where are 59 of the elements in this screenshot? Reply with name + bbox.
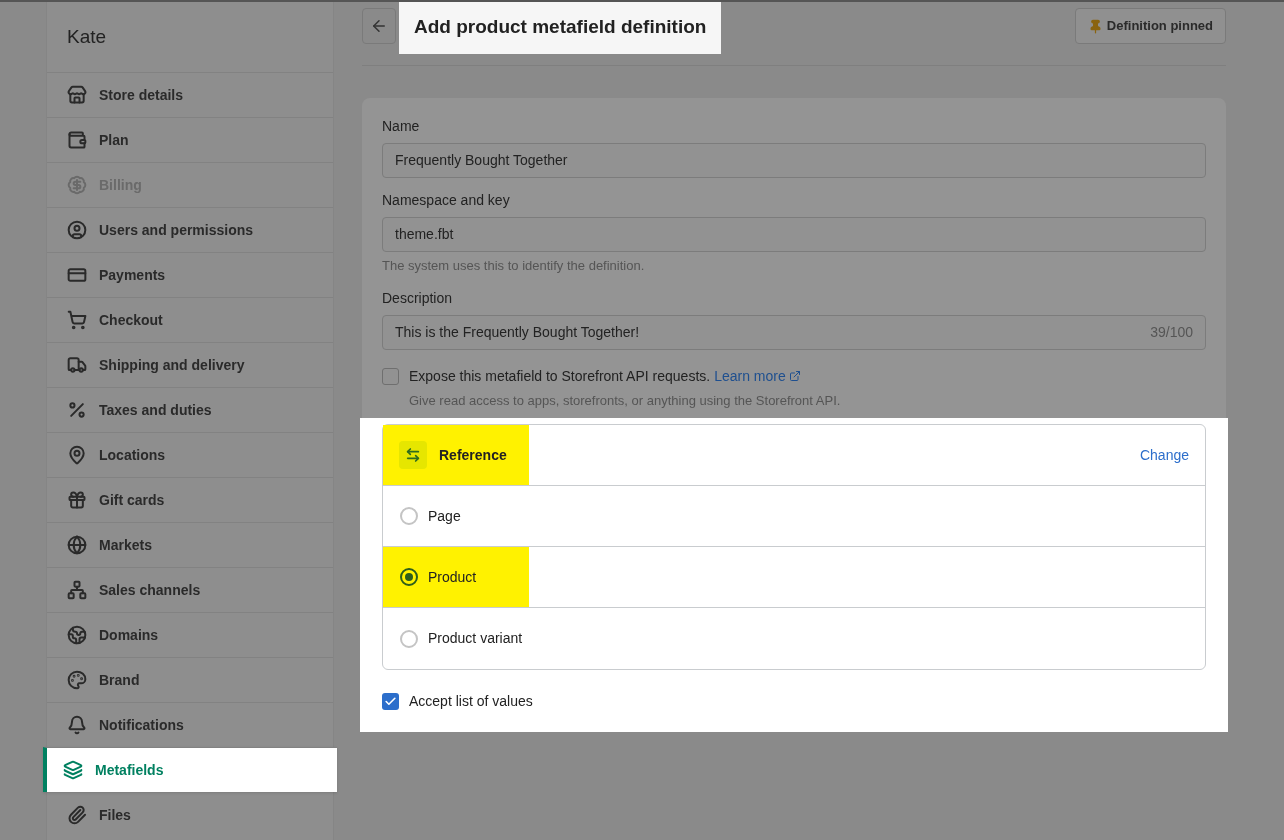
- field-label: Name: [382, 117, 421, 136]
- definition-pinned-button[interactable]: Definition pinned: [1074, 8, 1226, 44]
- globe-icon: [67, 625, 87, 645]
- help-text: The system uses this to identify the definition.: [382, 257, 646, 275]
- sidebar-item[interactable]: Checkout: [47, 297, 333, 342]
- sidebar-item[interactable]: Users and permissions: [47, 207, 333, 252]
- cart-icon: [67, 310, 87, 330]
- text-field[interactable]: This is the Frequently Bought Together! 39/100: [382, 314, 1206, 350]
- list-values-checkbox[interactable]: [382, 693, 399, 710]
- pin-icon: [67, 445, 87, 465]
- field-label: Description: [382, 288, 454, 308]
- learn-more-link[interactable]: Learn more: [714, 365, 801, 387]
- sidebar-item[interactable]: Markets: [47, 522, 333, 567]
- reference-type-label: Reference: [383, 425, 529, 485]
- expose-label: Expose this metafield to Storefront API requests.: [409, 366, 711, 386]
- globe-icon: [67, 535, 87, 555]
- external-link-icon: [788, 370, 801, 382]
- store-name: Kate: [67, 24, 107, 49]
- palette-icon: [67, 670, 87, 690]
- sidebar-item[interactable]: Shipping and delivery: [47, 342, 333, 387]
- sidebar-item[interactable]: Brand: [47, 657, 333, 702]
- text-field[interactable]: Frequently Bought Together: [382, 143, 1206, 178]
- page-title: Add product metafield definition: [399, 2, 722, 54]
- sidebar-item[interactable]: Domains: [47, 612, 333, 657]
- network-icon: [67, 580, 87, 600]
- radio-option[interactable]: Product variant: [383, 608, 547, 669]
- card-icon: [67, 265, 87, 285]
- radio-option[interactable]: Page: [383, 486, 485, 546]
- radio-option[interactable]: Product: [383, 547, 529, 607]
- gift-icon: [67, 490, 87, 510]
- store-icon: [67, 85, 87, 105]
- sidebar-item[interactable]: Locations: [47, 432, 333, 477]
- bell-icon: [67, 715, 87, 735]
- paperclip-icon: [67, 805, 87, 825]
- sidebar-item[interactable]: Taxes and duties: [47, 387, 333, 432]
- text-field[interactable]: theme.fbt: [382, 217, 1206, 252]
- sidebar-item[interactable]: Store details: [47, 72, 333, 117]
- pin-icon: [1087, 18, 1103, 34]
- field-label: Namespace and key: [382, 191, 511, 210]
- expose-checkbox[interactable]: [382, 367, 399, 385]
- user-icon: [67, 220, 87, 240]
- percent-icon: [67, 400, 87, 420]
- help-text: Give read access to apps, storefronts, or anything using the Storefront API.: [409, 391, 841, 410]
- change-link[interactable]: Change: [1139, 444, 1189, 466]
- sidebar-item[interactable]: Sales channels: [47, 567, 333, 612]
- sidebar-item[interactable]: Gift cards: [47, 477, 333, 522]
- back-button[interactable]: [362, 8, 396, 44]
- sidebar-item[interactable]: Metafields: [43, 747, 337, 792]
- check-icon: [384, 695, 397, 708]
- character-counter: 39/100: [1150, 322, 1193, 342]
- sidebar-item[interactable]: Plan: [47, 117, 333, 162]
- arrows-icon: [399, 441, 427, 469]
- checkbox-label: Accept list of values: [409, 692, 533, 711]
- wallet-icon: [67, 130, 87, 150]
- sidebar-item[interactable]: Files: [47, 792, 333, 837]
- sidebar-item[interactable]: Payments: [47, 252, 333, 297]
- dollar-icon: [67, 175, 87, 195]
- truck-icon: [67, 355, 87, 375]
- layers-icon: [63, 760, 83, 780]
